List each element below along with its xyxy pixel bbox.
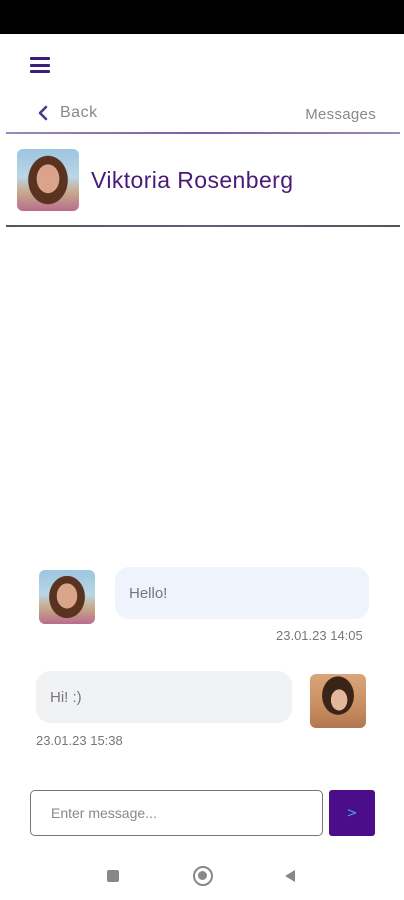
- message-avatar-incoming: [39, 570, 95, 624]
- circle-home-icon[interactable]: [193, 866, 213, 886]
- message-text: Hi! :): [50, 688, 82, 706]
- message-avatar-outgoing: [310, 674, 366, 728]
- contact-avatar[interactable]: [17, 149, 79, 211]
- send-button[interactable]: >: [329, 790, 375, 836]
- messages-link[interactable]: Messages: [305, 106, 376, 123]
- message-composer: >: [30, 790, 376, 836]
- contact-name: Viktoria Rosenberg: [91, 166, 294, 193]
- status-bar: [0, 0, 404, 34]
- header-divider: [6, 132, 400, 134]
- message-bubble-outgoing: Hi! :): [36, 671, 292, 723]
- message-text: Hello!: [129, 584, 168, 602]
- contact-header: Viktoria Rosenberg: [17, 149, 293, 211]
- contact-divider: [6, 225, 400, 227]
- back-button[interactable]: Back: [36, 104, 98, 122]
- send-arrow-icon: >: [346, 805, 358, 821]
- message-input[interactable]: [30, 790, 323, 836]
- square-recents-icon[interactable]: [107, 870, 119, 882]
- back-label: Back: [60, 104, 98, 121]
- chevron-left-icon: [38, 105, 48, 121]
- message-timestamp: 23.01.23 15:38: [36, 733, 123, 748]
- top-nav: Back Messages: [0, 100, 404, 130]
- system-nav-bar: [0, 856, 404, 896]
- message-timestamp: 23.01.23 14:05: [276, 628, 363, 643]
- message-bubble-incoming: Hello!: [115, 567, 369, 619]
- hamburger-menu-icon[interactable]: [30, 57, 50, 73]
- triangle-back-icon[interactable]: [283, 868, 297, 884]
